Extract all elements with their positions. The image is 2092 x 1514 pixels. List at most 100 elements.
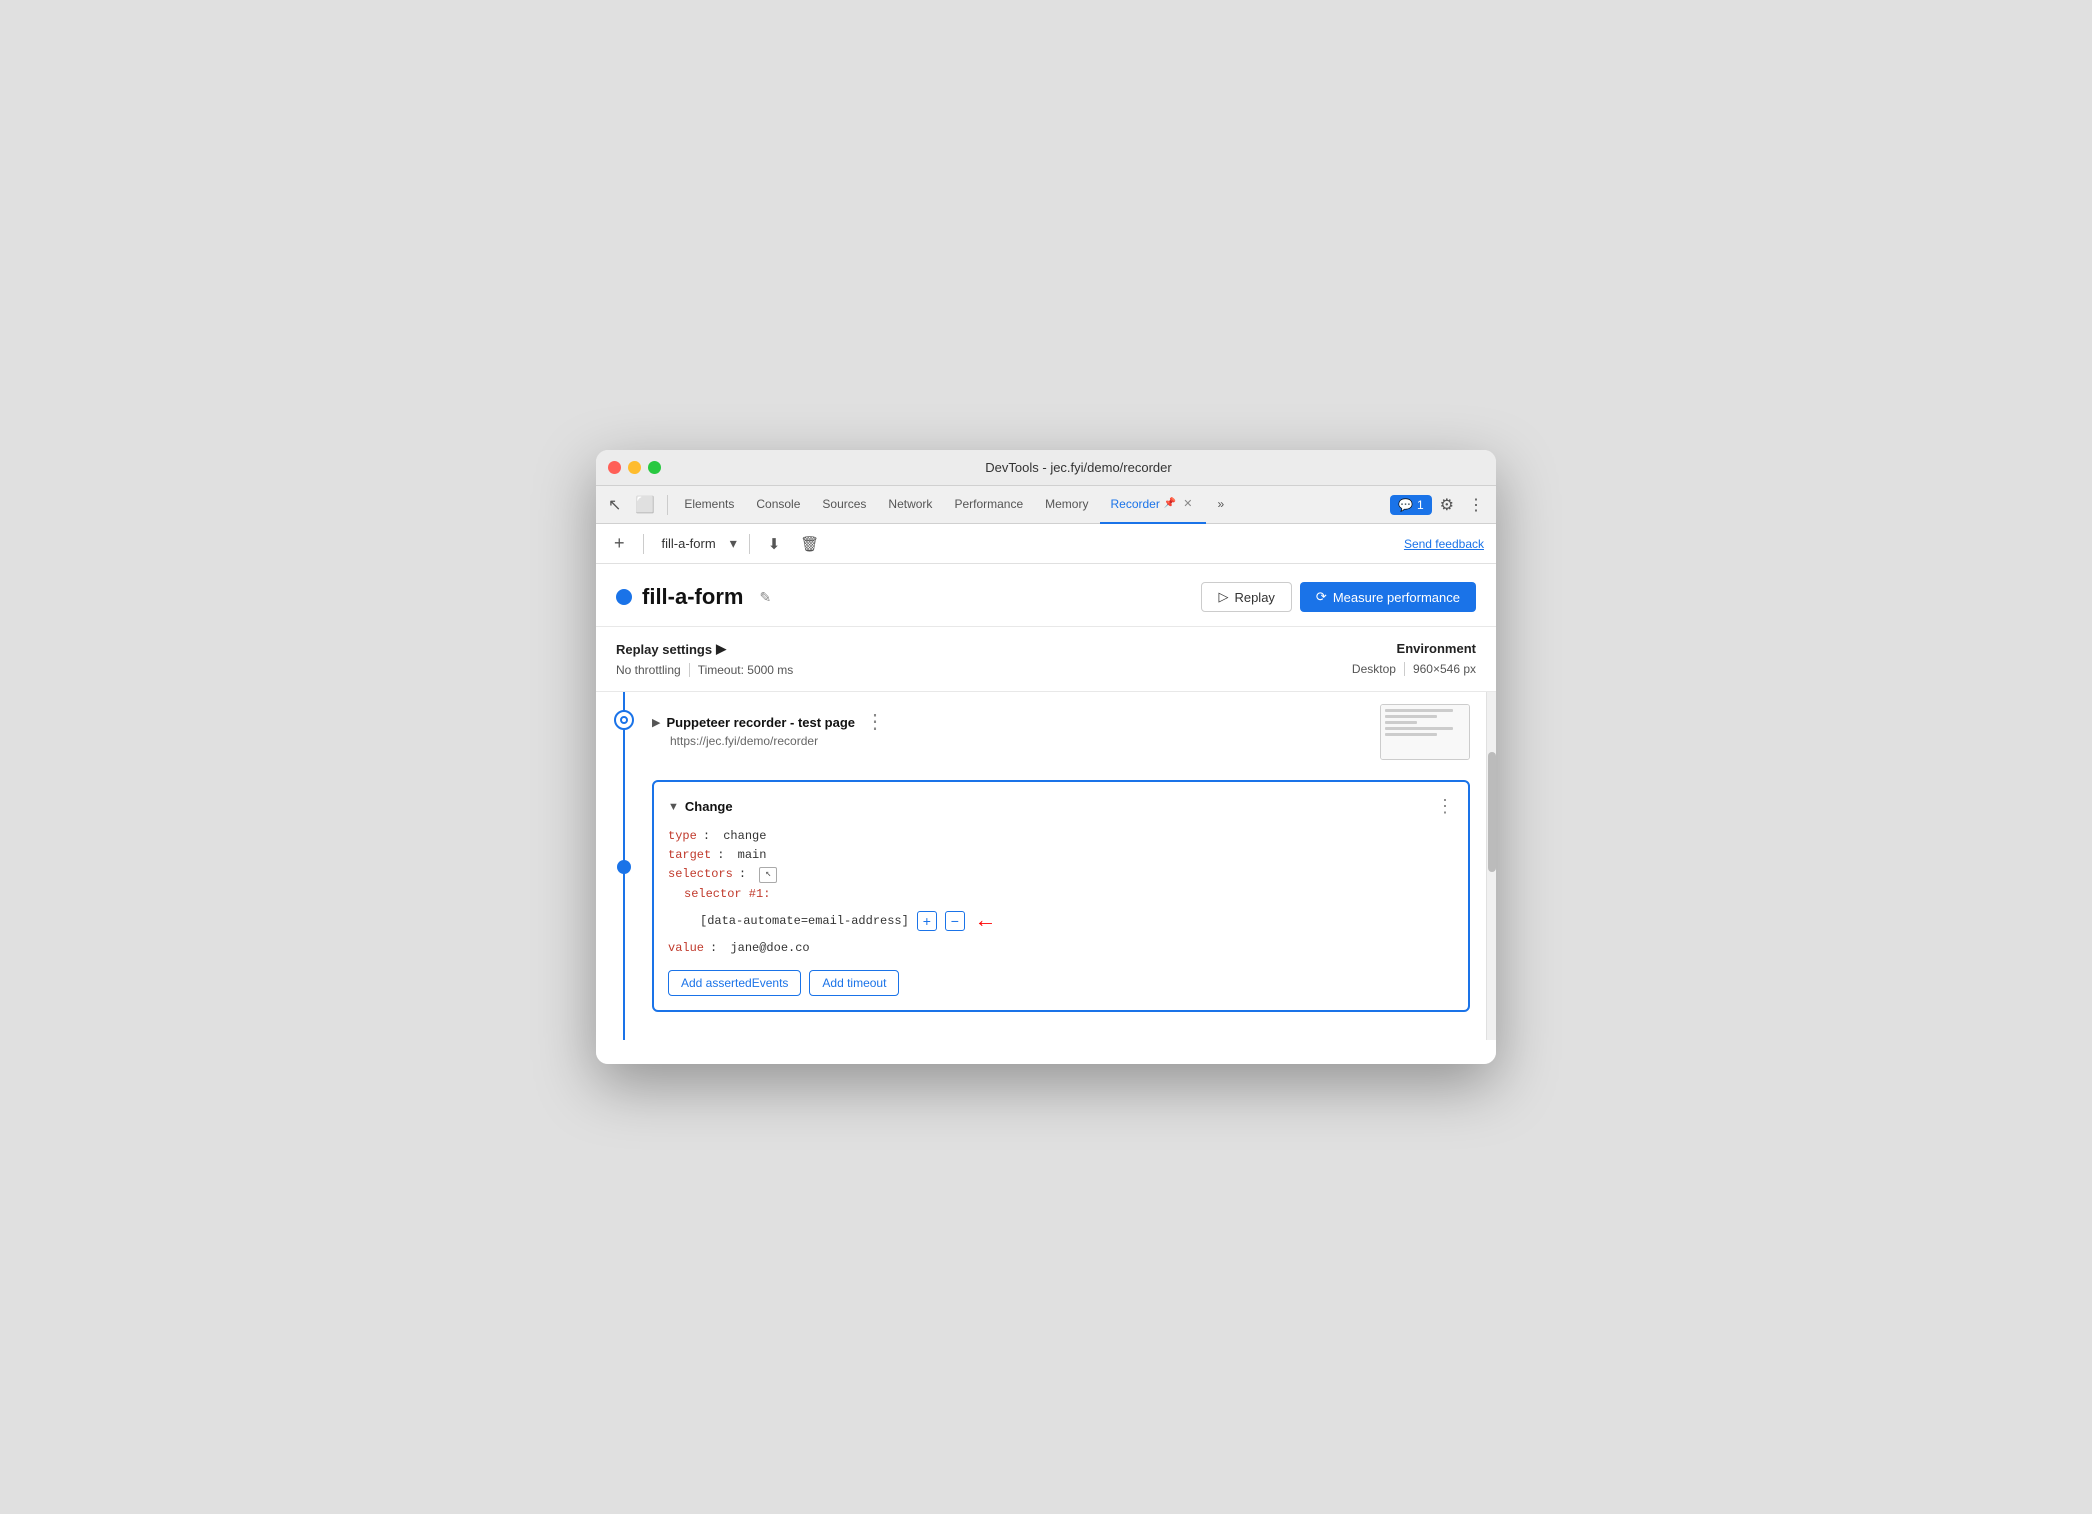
tab-memory[interactable]: Memory bbox=[1035, 486, 1098, 524]
tab-more[interactable]: » bbox=[1208, 486, 1235, 524]
add-recording-button[interactable]: + bbox=[608, 531, 631, 556]
settings-separator bbox=[689, 663, 690, 677]
chat-icon: 💬 bbox=[1398, 498, 1413, 512]
tab-recorder-close[interactable]: ✕ bbox=[1180, 496, 1195, 511]
timeline-dot-change bbox=[617, 860, 631, 874]
change-step-title: Change bbox=[685, 799, 733, 814]
recording-status-dot bbox=[616, 589, 632, 605]
throttling-value: No throttling bbox=[616, 663, 681, 677]
recorder-toolbar: + fill-a-form ▾ ⬇ 🗑 Send feedback bbox=[596, 524, 1496, 564]
puppeteer-more-button[interactable]: ⋮ bbox=[861, 712, 889, 732]
timeline bbox=[604, 692, 644, 1040]
environment-details: Desktop 960×546 px bbox=[1352, 662, 1476, 676]
remove-selector-button[interactable]: − bbox=[945, 911, 965, 931]
recording-dropdown[interactable]: ▾ bbox=[730, 535, 737, 552]
puppeteer-expand-icon[interactable]: ▶ bbox=[652, 716, 660, 729]
code-line-selector-val: [data-automate=email-address] + − ← bbox=[668, 904, 1454, 939]
scrollbar[interactable] bbox=[1486, 692, 1496, 1040]
kebab-menu-icon[interactable]: ⋮ bbox=[1462, 491, 1490, 519]
code-key-selectors: selectors bbox=[668, 865, 733, 884]
change-step: ▼ Change ⋮ type: change bbox=[652, 780, 1470, 1012]
code-key-selector-num: selector #1: bbox=[684, 885, 770, 904]
settings-icon[interactable]: ⚙ bbox=[1434, 491, 1460, 519]
chat-button[interactable]: 💬 1 bbox=[1390, 495, 1432, 515]
measure-performance-button[interactable]: ⟳ Measure performance bbox=[1300, 582, 1476, 612]
timer-icon: ⟳ bbox=[1316, 589, 1327, 605]
close-button[interactable] bbox=[608, 461, 621, 474]
puppeteer-step-url: https://jec.fyi/demo/recorder bbox=[652, 734, 1358, 748]
puppeteer-step: ▶ Puppeteer recorder - test page ⋮ https… bbox=[652, 704, 1470, 760]
tab-sources[interactable]: Sources bbox=[812, 486, 876, 524]
puppeteer-step-info: ▶ Puppeteer recorder - test page ⋮ https… bbox=[652, 704, 1358, 748]
code-val-type: change bbox=[723, 827, 766, 846]
code-val-target: main bbox=[738, 846, 767, 865]
thumb-line-3 bbox=[1385, 721, 1417, 724]
change-expand-icon[interactable]: ▼ bbox=[668, 801, 679, 813]
replay-label: Replay bbox=[1234, 590, 1274, 605]
tab-performance[interactable]: Performance bbox=[944, 486, 1033, 524]
maximize-button[interactable] bbox=[648, 461, 661, 474]
scroll-area: ▶ Puppeteer recorder - test page ⋮ https… bbox=[596, 692, 1496, 1040]
tab-recorder[interactable]: Recorder 📌 ✕ bbox=[1100, 486, 1205, 524]
code-selector-value: [data-automate=email-address] bbox=[700, 912, 909, 931]
code-colon-2: : bbox=[717, 846, 731, 865]
devtools-window: DevTools - jec.fyi/demo/recorder ↖ ⬜ Ele… bbox=[596, 450, 1496, 1064]
traffic-lights bbox=[608, 461, 661, 474]
replay-button[interactable]: ▷ Replay bbox=[1201, 582, 1291, 612]
tab-separator-1 bbox=[667, 495, 668, 515]
scrollbar-thumb[interactable] bbox=[1488, 752, 1496, 872]
add-timeout-button[interactable]: Add timeout bbox=[809, 970, 899, 996]
export-button[interactable]: ⬇ bbox=[762, 533, 787, 555]
settings-expand-icon[interactable]: ▶ bbox=[716, 641, 726, 657]
measure-label: Measure performance bbox=[1333, 590, 1460, 605]
devtools-tab-bar: ↖ ⬜ Elements Console Sources Network Per… bbox=[596, 486, 1496, 524]
add-selector-button[interactable]: + bbox=[917, 911, 937, 931]
thumb-line-1 bbox=[1385, 709, 1453, 712]
title-bar: DevTools - jec.fyi/demo/recorder bbox=[596, 450, 1496, 486]
environment-title: Environment bbox=[1352, 641, 1476, 656]
thumb-line-4 bbox=[1385, 727, 1453, 730]
code-colon-3: : bbox=[739, 865, 753, 884]
code-colon-1: : bbox=[703, 827, 717, 846]
red-arrow-indicator: ← bbox=[979, 904, 992, 939]
replay-settings-title: Replay settings ▶ bbox=[616, 641, 1352, 657]
timeline-inner-dot bbox=[620, 716, 628, 724]
minimize-button[interactable] bbox=[628, 461, 641, 474]
change-step-header: ▼ Change ⋮ bbox=[668, 796, 1454, 817]
action-buttons: Add assertedEvents Add timeout bbox=[668, 970, 1454, 996]
code-key-value: value bbox=[668, 939, 704, 958]
edit-name-button[interactable]: ✎ bbox=[753, 587, 777, 608]
settings-label: Replay settings bbox=[616, 642, 712, 657]
steps-content: ▶ Puppeteer recorder - test page ⋮ https… bbox=[644, 692, 1478, 1040]
tab-console[interactable]: Console bbox=[746, 486, 810, 524]
settings-left: Replay settings ▶ No throttling Timeout:… bbox=[616, 641, 1352, 677]
tab-elements[interactable]: Elements bbox=[674, 486, 744, 524]
recording-name-selector[interactable]: fill-a-form bbox=[656, 534, 722, 553]
delete-button[interactable]: 🗑 bbox=[794, 533, 825, 555]
code-line-selectors: selectors: ↖ bbox=[668, 865, 1454, 884]
recording-header: fill-a-form ✎ ▷ Replay ⟳ Measure perform… bbox=[596, 564, 1496, 627]
recorder-content: fill-a-form ✎ ▷ Replay ⟳ Measure perform… bbox=[596, 564, 1496, 1064]
env-size: 960×546 px bbox=[1413, 662, 1476, 676]
toolbar-separator bbox=[643, 534, 644, 554]
recording-title: fill-a-form bbox=[642, 584, 743, 610]
puppeteer-step-header[interactable]: ▶ Puppeteer recorder - test page ⋮ bbox=[652, 704, 1358, 734]
window-title: DevTools - jec.fyi/demo/recorder bbox=[673, 460, 1484, 475]
tab-network[interactable]: Network bbox=[878, 486, 942, 524]
code-key-target: target bbox=[668, 846, 711, 865]
add-asserted-events-button[interactable]: Add assertedEvents bbox=[668, 970, 801, 996]
selector-picker-icon[interactable]: ↖ bbox=[759, 867, 777, 883]
dock-icon[interactable]: ⬜ bbox=[629, 491, 661, 519]
settings-details: No throttling Timeout: 5000 ms bbox=[616, 663, 1352, 677]
send-feedback-button[interactable]: Send feedback bbox=[1404, 537, 1484, 551]
play-icon: ▷ bbox=[1218, 589, 1228, 605]
thumbnail-content bbox=[1381, 705, 1469, 759]
change-more-button[interactable]: ⋮ bbox=[1436, 796, 1454, 817]
code-line-target: target: main bbox=[668, 846, 1454, 865]
code-line-type: type: change bbox=[668, 827, 1454, 846]
code-val-value: jane@doe.co bbox=[730, 939, 809, 958]
cursor-icon[interactable]: ↖ bbox=[602, 491, 627, 519]
steps-container: ▶ Puppeteer recorder - test page ⋮ https… bbox=[596, 692, 1486, 1040]
thumb-line-5 bbox=[1385, 733, 1437, 736]
tab-recorder-label: Recorder bbox=[1110, 497, 1159, 511]
